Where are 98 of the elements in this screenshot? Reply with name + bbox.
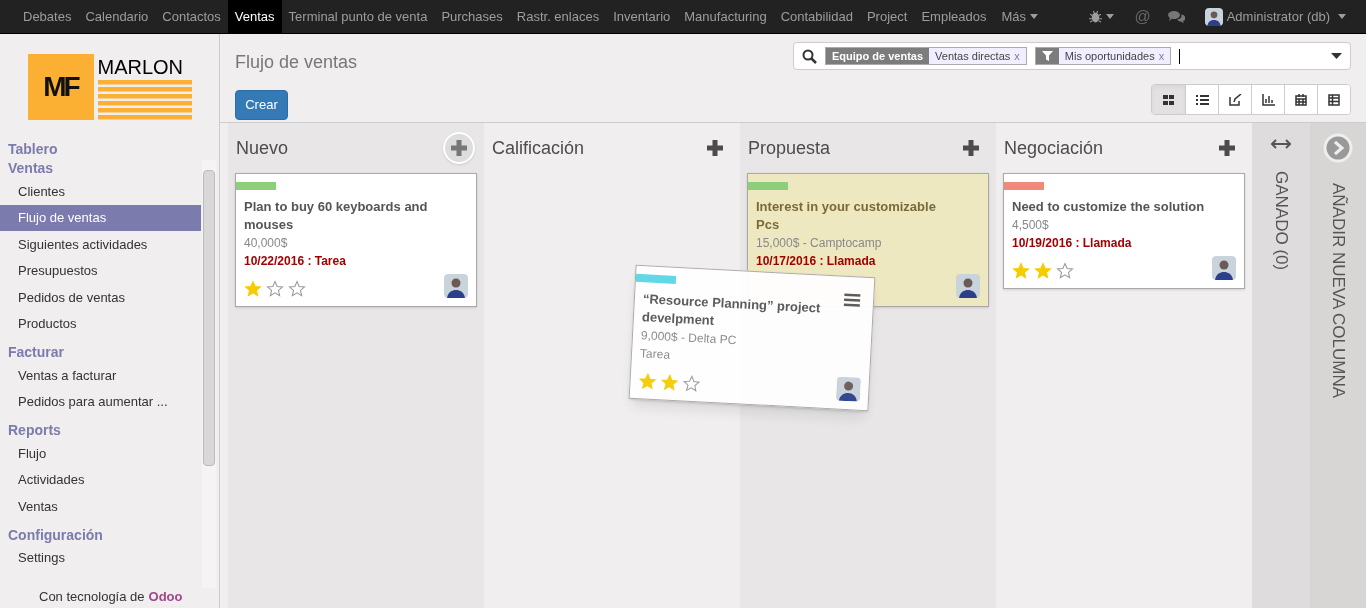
- search-field[interactable]: Equipo de ventas Ventas directas x Mis oportunidades x: [793, 42, 1351, 70]
- facet-value: Ventas directas x: [929, 48, 1026, 64]
- create-button[interactable]: Crear: [235, 90, 288, 120]
- list-icon: [1195, 93, 1209, 106]
- empty-star-icon[interactable]: [682, 374, 701, 394]
- avatar: [1204, 7, 1223, 26]
- logo: MF MARLON: [27, 54, 192, 120]
- app-menu-item[interactable]: Terminal punto de venta: [281, 0, 435, 33]
- avatar: [444, 274, 468, 298]
- chat-icon[interactable]: [1166, 9, 1185, 24]
- filter-icon: [1041, 51, 1053, 61]
- add-column-label: AÑADIR NUEVA COLUMNA: [1327, 183, 1349, 399]
- facet-remove[interactable]: x: [1014, 47, 1020, 65]
- sidebar-item[interactable]: Flujo: [0, 440, 201, 467]
- card-amount: 4,500$: [1012, 217, 1050, 234]
- card-title: Need to customize the solution: [1012, 198, 1206, 216]
- menu-section-heading[interactable]: Tablero: [0, 140, 201, 159]
- view-button[interactable]: [1317, 85, 1350, 114]
- plus-icon: [706, 139, 724, 157]
- app-menu-item[interactable]: Empleados: [914, 0, 994, 33]
- facet-value: Mis oportunidades x: [1058, 48, 1171, 64]
- card-activity: 10/22/2016 : Tarea: [244, 253, 347, 270]
- caret-icon: [1106, 14, 1115, 19]
- grid-icon: [1162, 93, 1175, 106]
- app-menu-item[interactable]: Contabilidad: [773, 0, 860, 33]
- user-menu[interactable]: Administrator (db): [1192, 0, 1358, 33]
- card-activity: 10/19/2016 : Llamada: [1012, 235, 1133, 252]
- avatar: [835, 376, 862, 402]
- caret-icon: [1338, 14, 1346, 19]
- sidebar-item[interactable]: Flujo de ventas: [0, 205, 201, 231]
- expand-arrows-icon: [1270, 139, 1292, 149]
- filled-star-icon[interactable]: [1034, 262, 1052, 280]
- app-menu-item[interactable]: Debates: [16, 0, 79, 33]
- powered-by-text: Con tecnología de: [39, 588, 145, 607]
- app-menu-item[interactable]: Calendario: [78, 0, 156, 33]
- empty-star-icon[interactable]: [266, 280, 284, 298]
- empty-star-icon[interactable]: [1056, 262, 1074, 280]
- app-menu-item[interactable]: Project: [859, 0, 915, 33]
- opportunity-card[interactable]: Need to customize the solution 4,500$ 10/19/2016 : Llamada: [1003, 173, 1245, 289]
- calendar-icon: [1295, 93, 1307, 106]
- sidebar-item[interactable]: Pedidos de ventas: [0, 284, 201, 311]
- add-column-panel[interactable]: AÑADIR NUEVA COLUMNA: [1310, 123, 1366, 608]
- add-card-button[interactable]: [443, 132, 475, 164]
- sidebar-item[interactable]: Presupuestos: [0, 258, 201, 284]
- view-button[interactable]: [1152, 85, 1185, 114]
- column-title: Negociación: [1004, 136, 1104, 160]
- sidebar-item[interactable]: Productos: [0, 311, 201, 337]
- bug-icon: [1089, 10, 1103, 23]
- bar-chart-icon: [1261, 93, 1275, 106]
- folded-column[interactable]: GANADO (0): [1252, 123, 1310, 608]
- caret-icon: [1030, 14, 1038, 19]
- card-amount: 15,000$ - Camptocamp: [756, 235, 883, 252]
- card-amount: 40,000$: [244, 235, 289, 252]
- column-title: Calificación: [492, 136, 585, 160]
- table-icon: [1328, 93, 1340, 106]
- app-menu-item[interactable]: Contactos: [155, 0, 228, 33]
- filled-star-icon[interactable]: [638, 372, 658, 392]
- folded-column-title: GANADO (0): [1270, 171, 1292, 271]
- plus-icon: [962, 139, 980, 157]
- arrow-circle-icon: [1323, 133, 1353, 163]
- card-title: Interest in your customizable Pcs: [756, 198, 937, 234]
- sidebar-item[interactable]: Pedidos para aumentar ...: [0, 389, 201, 415]
- column-title: Propuesta: [748, 136, 831, 160]
- menu-section-heading[interactable]: Configuración: [0, 525, 201, 545]
- app-menu-item[interactable]: Inventario: [606, 0, 678, 33]
- filled-star-icon[interactable]: [244, 280, 262, 298]
- menu-section-heading[interactable]: Reports: [0, 421, 201, 440]
- plus-icon: [1218, 139, 1236, 157]
- app-menu-item[interactable]: Manufacturing: [677, 0, 774, 33]
- sidebar-item[interactable]: Siguientes actividades: [0, 231, 201, 258]
- sidebar-item[interactable]: Ventas: [0, 493, 201, 520]
- edit-icon: [1228, 93, 1242, 106]
- menu-section-heading[interactable]: Facturar: [0, 343, 201, 362]
- sidebar-item[interactable]: Actividades: [0, 467, 201, 493]
- facet-remove[interactable]: x: [1158, 47, 1165, 65]
- app-menu-item[interactable]: Purchases: [434, 0, 510, 33]
- sidebar-item[interactable]: Ventas a facturar: [0, 362, 201, 389]
- app-menu-item[interactable]: Rastr. enlaces: [509, 0, 607, 33]
- menu-section-heading[interactable]: Ventas: [0, 159, 201, 178]
- menu-icon[interactable]: [842, 292, 862, 308]
- empty-star-icon[interactable]: [288, 280, 306, 298]
- card-title: Plan to buy 60 keyboards and mouses: [244, 198, 429, 234]
- opportunity-card[interactable]: Plan to buy 60 keyboards and mouses 40,000$ 10/22/2016 : Tarea: [235, 173, 477, 307]
- filled-star-icon[interactable]: [1012, 262, 1030, 280]
- sidebar-item[interactable]: Settings: [0, 545, 201, 571]
- search-icon: [802, 48, 817, 64]
- filled-star-icon[interactable]: [660, 373, 679, 393]
- page-title: Flujo de ventas: [235, 51, 358, 74]
- facet-label: Equipo de ventas: [826, 48, 930, 64]
- dropdown-caret-icon[interactable]: [1331, 53, 1342, 59]
- more-menu[interactable]: Más: [993, 0, 1046, 33]
- app-menu-item[interactable]: Ventas: [227, 0, 282, 33]
- avatar: [956, 274, 980, 298]
- column-title: Nuevo: [236, 136, 289, 160]
- sidebar-item[interactable]: Clientes: [0, 178, 201, 205]
- avatar: [1212, 256, 1236, 280]
- plus-icon: [450, 139, 468, 157]
- odoo-link[interactable]: Odoo: [148, 587, 183, 607]
